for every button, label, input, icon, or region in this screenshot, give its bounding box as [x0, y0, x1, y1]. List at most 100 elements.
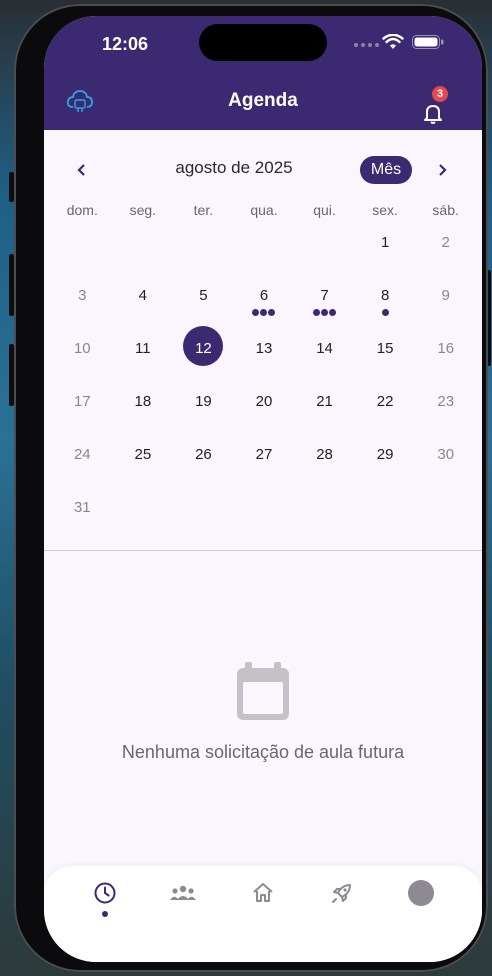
day-number: 15: [376, 340, 394, 357]
next-month-button[interactable]: [432, 160, 452, 180]
calendar-day[interactable]: 9: [415, 283, 476, 323]
chevron-right-icon: [439, 164, 447, 176]
event-dot: [381, 309, 389, 316]
weekday-label: ter.: [193, 202, 214, 218]
day-number: 24: [73, 446, 91, 463]
calendar-day[interactable]: 12: [173, 326, 234, 376]
calendar-day[interactable]: 19: [173, 389, 234, 429]
wifi-icon: [382, 34, 404, 49]
day-number: 7: [320, 287, 329, 304]
chevron-left-icon: [77, 164, 85, 176]
calendar-day[interactable]: 16: [415, 336, 476, 376]
calendar-day[interactable]: 4: [113, 283, 174, 323]
cellular-signal-icon: [354, 43, 379, 47]
calendar-day[interactable]: 29: [355, 442, 416, 482]
day-number: 26: [195, 446, 212, 463]
home-icon: [253, 883, 273, 902]
calendar-day[interactable]: 6: [234, 283, 295, 323]
day-number: 11: [135, 340, 151, 357]
event-dot: [252, 309, 260, 316]
calendar-day[interactable]: 1: [355, 230, 416, 270]
tab-profile[interactable]: [406, 878, 436, 908]
phone-frame: 12:06 Agenda 3 agosto de 2025 Mês dom. s…: [14, 4, 488, 972]
calendar-day[interactable]: 28: [294, 442, 355, 482]
day-number: 17: [73, 393, 91, 410]
calendar-day[interactable]: 23: [415, 389, 476, 429]
month-view-button[interactable]: Mês: [360, 156, 412, 184]
active-tab-indicator: [102, 911, 108, 917]
calendar-day[interactable]: 24: [52, 442, 113, 482]
event-dot: [268, 309, 276, 316]
bottom-tab-bar: [44, 866, 482, 962]
battery-icon: [412, 35, 444, 49]
prev-month-button[interactable]: [72, 160, 92, 180]
rocket-icon: [332, 884, 351, 903]
calendar-day[interactable]: 22: [355, 389, 416, 429]
calendar-day[interactable]: 20: [234, 389, 295, 429]
day-number: 21: [316, 393, 333, 410]
calendar-day[interactable]: 30: [415, 442, 476, 482]
bell-icon[interactable]: [422, 102, 444, 124]
calendar-day[interactable]: 3: [52, 283, 113, 323]
app-bar: Agenda 3: [44, 72, 482, 130]
day-number: 9: [441, 287, 450, 304]
calendar-day[interactable]: 25: [113, 442, 174, 482]
day-number: 14: [316, 340, 333, 357]
calendar-day[interactable]: 17: [52, 389, 113, 429]
calendar-day[interactable]: 8: [355, 283, 416, 323]
calendar-day[interactable]: 14: [294, 336, 355, 376]
day-number: 5: [199, 287, 208, 304]
tab-schedule[interactable]: [90, 878, 120, 908]
day-number: 25: [134, 446, 152, 463]
weekday-label: qui.: [313, 202, 336, 218]
status-bar: 12:06: [44, 16, 482, 72]
calendar-day[interactable]: 27: [234, 442, 295, 482]
tab-home[interactable]: [248, 878, 278, 908]
clock-icon: [94, 882, 116, 904]
calendar-day[interactable]: 11: [113, 336, 174, 376]
event-dot: [260, 309, 268, 316]
day-number: 30: [437, 446, 455, 463]
day-number: 19: [195, 393, 212, 410]
avatar-icon: [408, 880, 434, 906]
day-number: 4: [138, 287, 148, 304]
weekday-header: dom. seg. ter. qua. qui. sex. sáb.: [52, 202, 476, 218]
calendar-day[interactable]: 13: [234, 336, 295, 376]
calendar-day[interactable]: 15: [355, 336, 416, 376]
calendar-day[interactable]: 18: [113, 389, 174, 429]
weekday-label: sex.: [372, 202, 398, 218]
event-dot: [321, 309, 329, 316]
month-label: agosto de 2025: [175, 158, 293, 177]
weekday-label: seg.: [129, 202, 157, 218]
calendar-icon: [237, 662, 289, 720]
day-number: 10: [73, 340, 91, 357]
day-number: 28: [316, 446, 333, 463]
tab-explore[interactable]: [327, 878, 357, 908]
calendar-day[interactable]: 10: [52, 336, 113, 376]
day-number: 31: [73, 499, 91, 516]
event-indicator: [294, 309, 355, 316]
empty-state-message: Nenhuma solicitação de aula futura: [121, 742, 405, 762]
calendar-divider: [44, 550, 482, 551]
status-time: 12:06: [102, 34, 149, 54]
event-dot: [329, 309, 337, 316]
day-number: 18: [134, 393, 152, 410]
tab-groups[interactable]: [168, 878, 198, 908]
calendar-day[interactable]: 7: [294, 283, 355, 323]
calendar-day[interactable]: 21: [294, 389, 355, 429]
calendar-day[interactable]: 2: [415, 230, 476, 270]
event-indicator: [355, 309, 416, 316]
day-number: 20: [255, 393, 273, 410]
day-number: 8: [380, 287, 390, 304]
day-number: 2: [441, 234, 450, 251]
group-icon: [170, 885, 196, 900]
weekday-label: dom.: [66, 202, 98, 218]
calendar-day[interactable]: 31: [52, 495, 113, 535]
calendar-day[interactable]: 26: [173, 442, 234, 482]
calendar-day[interactable]: 5: [173, 283, 234, 323]
day-number: 3: [78, 287, 87, 304]
day-number: 1: [380, 234, 390, 251]
weekday-label: sáb.: [432, 202, 459, 218]
event-dot: [313, 309, 321, 316]
day-number: 16: [437, 340, 455, 357]
